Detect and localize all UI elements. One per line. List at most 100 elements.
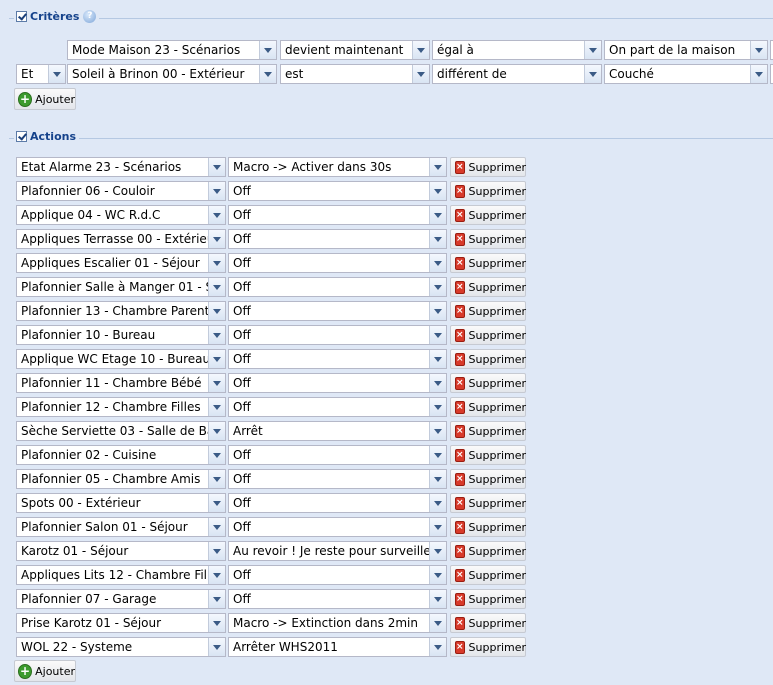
action-device-select[interactable]: Plafonnier Salon 01 - Séjour — [16, 517, 226, 537]
delete-button[interactable]: × Supprimer — [450, 373, 526, 393]
chevron-down-icon[interactable] — [429, 494, 446, 512]
delete-button[interactable]: × Supprimer — [450, 253, 526, 273]
help-icon[interactable]: ? — [83, 10, 97, 23]
action-device-select[interactable]: Appliques Lits 12 - Chambre Filles — [16, 565, 226, 585]
action-value-select[interactable]: Off — [228, 277, 447, 297]
chevron-down-icon[interactable] — [208, 494, 225, 512]
action-device-select[interactable]: WOL 22 - Systeme — [16, 637, 226, 657]
chevron-down-icon[interactable] — [429, 158, 446, 176]
chevron-down-icon[interactable] — [429, 206, 446, 224]
chevron-down-icon[interactable] — [429, 182, 446, 200]
delete-button[interactable]: × Supprimer — [450, 157, 526, 177]
chevron-down-icon[interactable] — [429, 614, 446, 632]
action-device-select[interactable]: Plafonnier Salle à Manger 01 - Séjour — [16, 277, 226, 297]
action-device-select[interactable]: Spots 00 - Extérieur — [16, 493, 226, 513]
chevron-down-icon[interactable] — [208, 326, 225, 344]
action-device-select[interactable]: Plafonnier 12 - Chambre Filles — [16, 397, 226, 417]
chevron-down-icon[interactable] — [429, 470, 446, 488]
action-device-select[interactable]: Prise Karotz 01 - Séjour — [16, 613, 226, 633]
chevron-down-icon[interactable] — [429, 254, 446, 272]
chevron-down-icon[interactable] — [584, 65, 601, 83]
action-device-select[interactable]: Appliques Escalier 01 - Séjour — [16, 253, 226, 273]
action-device-select[interactable]: Plafonnier 13 - Chambre Parents — [16, 301, 226, 321]
chevron-down-icon[interactable] — [429, 302, 446, 320]
chevron-down-icon[interactable] — [429, 278, 446, 296]
delete-button[interactable]: × Supprimer — [450, 613, 526, 633]
delete-button[interactable]: × Supprimer — [450, 445, 526, 465]
action-value-select[interactable]: Arrêt — [228, 421, 447, 441]
delete-button[interactable]: × Supprimer — [450, 277, 526, 297]
delete-button[interactable]: × Supprimer — [450, 637, 526, 657]
delete-button[interactable]: × Supprimer — [450, 181, 526, 201]
delete-button[interactable]: × Supprimer — [450, 493, 526, 513]
delete-button[interactable]: × Supprimer — [450, 325, 526, 345]
chevron-down-icon[interactable] — [208, 518, 225, 536]
criteria-operator-select[interactable]: égal à — [432, 40, 602, 60]
delete-button[interactable]: × Supprimer — [450, 421, 526, 441]
chevron-down-icon[interactable] — [429, 542, 446, 560]
chevron-down-icon[interactable] — [750, 41, 767, 59]
action-value-select[interactable]: Off — [228, 181, 447, 201]
delete-button[interactable]: × Supprimer — [450, 565, 526, 585]
action-value-select[interactable]: Off — [228, 229, 447, 249]
chevron-down-icon[interactable] — [412, 65, 429, 83]
criteria-value-select[interactable]: Couché — [604, 64, 768, 84]
action-device-select[interactable]: Etat Alarme 23 - Scénarios — [16, 157, 226, 177]
action-value-select[interactable]: Arrêter WHS2011 — [228, 637, 447, 657]
chevron-down-icon[interactable] — [208, 302, 225, 320]
delete-button[interactable]: × Supprimer — [450, 301, 526, 321]
action-value-select[interactable]: Off — [228, 325, 447, 345]
chevron-down-icon[interactable] — [259, 41, 276, 59]
chevron-down-icon[interactable] — [208, 398, 225, 416]
chevron-down-icon[interactable] — [429, 230, 446, 248]
criteria-device-select[interactable]: Mode Maison 23 - Scénarios — [67, 40, 277, 60]
chevron-down-icon[interactable] — [429, 566, 446, 584]
delete-button[interactable]: × Supprimer — [450, 541, 526, 561]
chevron-down-icon[interactable] — [48, 65, 65, 83]
chevron-down-icon[interactable] — [208, 254, 225, 272]
chevron-down-icon[interactable] — [429, 350, 446, 368]
criteria-device-select[interactable]: Soleil à Brinon 00 - Extérieur — [67, 64, 277, 84]
delete-button[interactable]: × Supprimer — [450, 397, 526, 417]
chevron-down-icon[interactable] — [259, 65, 276, 83]
criteria-event-select[interactable]: devient maintenant — [280, 40, 430, 60]
action-value-select[interactable]: Off — [228, 205, 447, 225]
action-device-select[interactable]: Appliques Terrasse 00 - Extérieur — [16, 229, 226, 249]
criteria-add-button[interactable]: + Ajouter — [14, 88, 76, 110]
action-device-select[interactable]: Plafonnier 02 - Cuisine — [16, 445, 226, 465]
chevron-down-icon[interactable] — [208, 182, 225, 200]
chevron-down-icon[interactable] — [429, 422, 446, 440]
action-device-select[interactable]: Plafonnier 06 - Couloir — [16, 181, 226, 201]
chevron-down-icon[interactable] — [208, 446, 225, 464]
chevron-down-icon[interactable] — [429, 374, 446, 392]
chevron-down-icon[interactable] — [208, 590, 225, 608]
delete-button[interactable]: × Supprimer — [450, 229, 526, 249]
action-device-select[interactable]: Plafonnier 05 - Chambre Amis — [16, 469, 226, 489]
action-value-select[interactable]: Off — [228, 253, 447, 273]
chevron-down-icon[interactable] — [208, 470, 225, 488]
action-value-select[interactable]: Off — [228, 373, 447, 393]
chevron-down-icon[interactable] — [208, 374, 225, 392]
chevron-down-icon[interactable] — [208, 422, 225, 440]
action-device-select[interactable]: Plafonnier 07 - Garage — [16, 589, 226, 609]
chevron-down-icon[interactable] — [429, 398, 446, 416]
action-value-select[interactable]: Off — [228, 589, 447, 609]
chevron-down-icon[interactable] — [208, 566, 225, 584]
delete-button[interactable]: × Supprimer — [450, 349, 526, 369]
actions-add-button[interactable]: + Ajouter — [14, 660, 76, 682]
chevron-down-icon[interactable] — [208, 638, 225, 656]
criteria-value-select[interactable]: On part de la maison — [604, 40, 768, 60]
chevron-down-icon[interactable] — [412, 41, 429, 59]
criteria-operator-select[interactable]: différent de — [432, 64, 602, 84]
delete-button[interactable]: × Supprimer — [450, 205, 526, 225]
action-value-select[interactable]: Off — [228, 493, 447, 513]
action-value-select[interactable]: Off — [228, 349, 447, 369]
action-value-select[interactable]: Macro -> Activer dans 30s — [228, 157, 447, 177]
action-value-select[interactable]: Off — [228, 397, 447, 417]
chevron-down-icon[interactable] — [208, 206, 225, 224]
chevron-down-icon[interactable] — [429, 638, 446, 656]
action-device-select[interactable]: Applique WC Etage 10 - Bureau — [16, 349, 226, 369]
chevron-down-icon[interactable] — [429, 590, 446, 608]
action-value-select[interactable]: Macro -> Extinction dans 2min — [228, 613, 447, 633]
criteria-checkbox[interactable] — [16, 11, 27, 22]
